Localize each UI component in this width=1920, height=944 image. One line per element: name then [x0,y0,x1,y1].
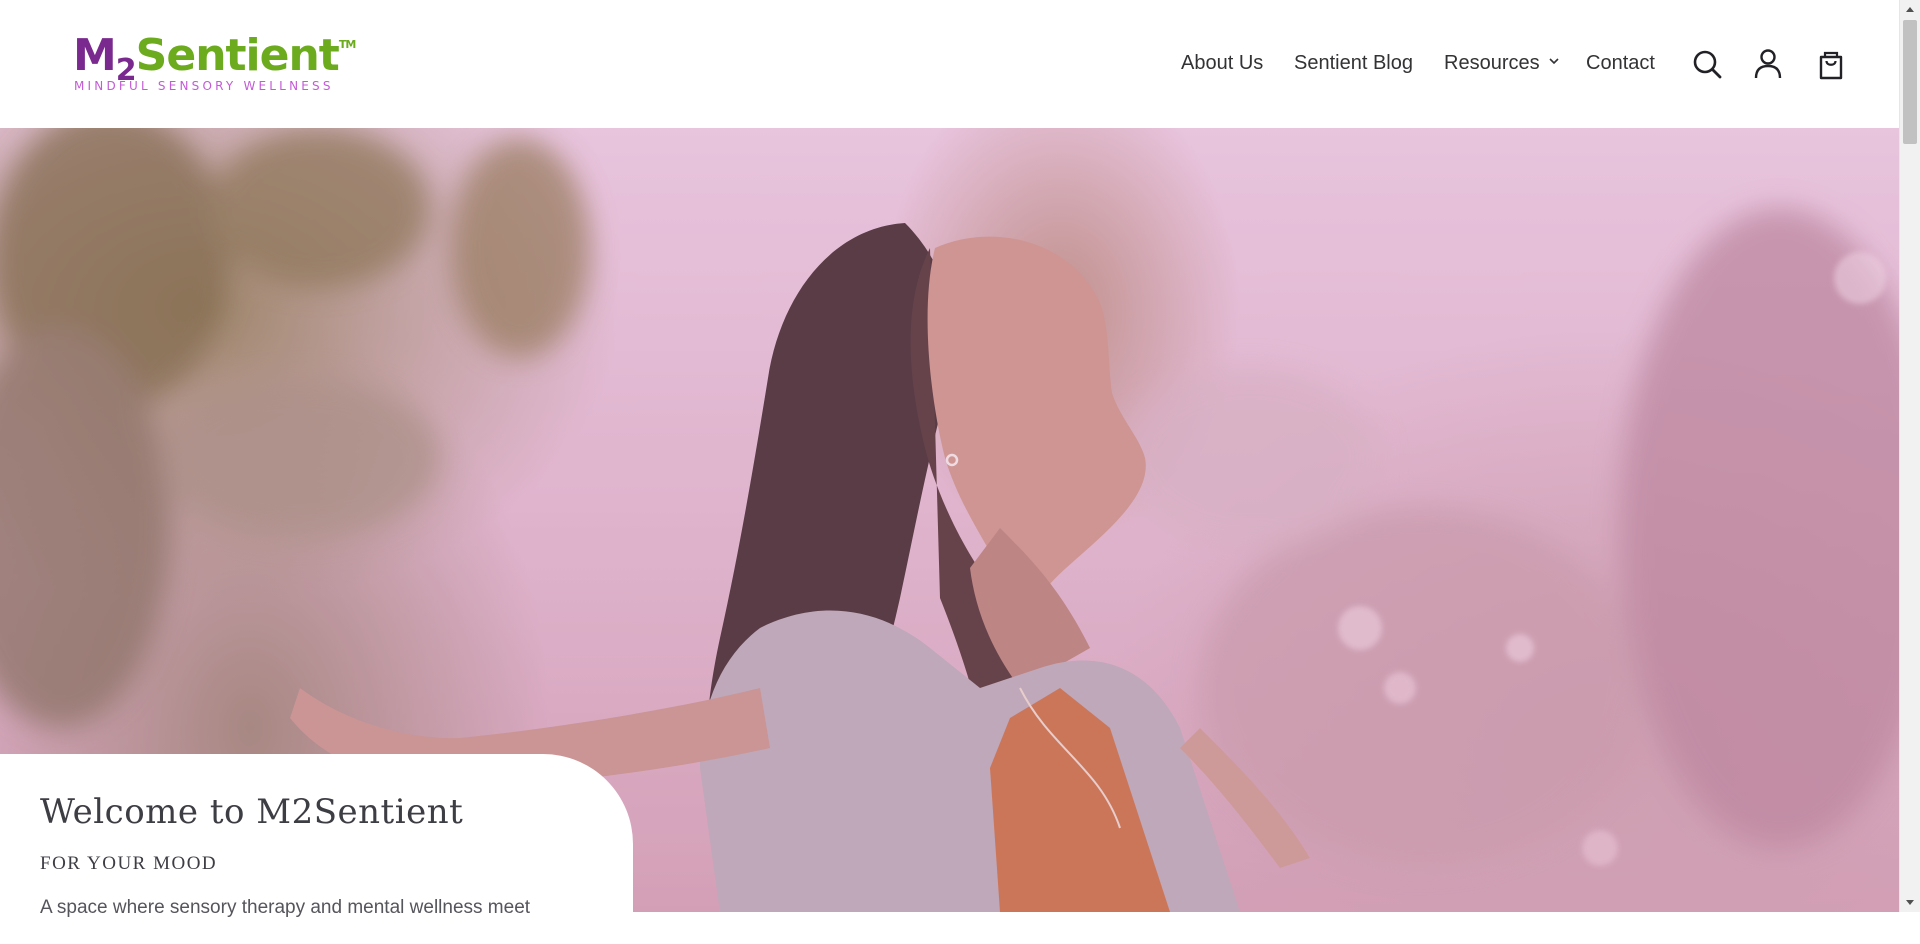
nav-about-us[interactable]: About Us [1181,46,1263,80]
nav-contact[interactable]: Contact [1586,46,1655,80]
search-icon[interactable] [1691,48,1723,80]
scroll-up-arrow-icon[interactable] [1905,5,1915,13]
site-header: M2SentientTM MINDFUL SENSORY WELLNESS Ab… [0,0,1899,128]
account-icon[interactable] [1752,48,1784,80]
welcome-body-text: A space where sensory therapy and mental… [40,897,531,918]
welcome-card: Welcome to M2Sentient FOR YOUR MOOD A sp… [0,754,633,944]
logo-wordmark: M2SentientTM [73,30,356,89]
cart-icon[interactable] [1815,48,1847,80]
scroll-down-arrow-icon[interactable] [1905,899,1915,907]
logo-tagline: MINDFUL SENSORY WELLNESS [74,79,334,93]
chevron-down-icon[interactable] [1548,55,1560,67]
logo[interactable]: M2SentientTM MINDFUL SENSORY WELLNESS [73,30,356,97]
logo-m: M [73,30,117,81]
scrollbar-thumb[interactable] [1903,20,1917,144]
nav-sentient-blog[interactable]: Sentient Blog [1294,46,1413,80]
logo-sentient: Sentient [135,30,340,81]
nav-resources[interactable]: Resources [1444,46,1540,80]
welcome-subtitle: FOR YOUR MOOD [40,853,218,874]
welcome-title: Welcome to M2Sentient [40,792,464,832]
logo-trademark: TM [338,38,356,51]
page-scrollbar[interactable] [1899,0,1920,912]
